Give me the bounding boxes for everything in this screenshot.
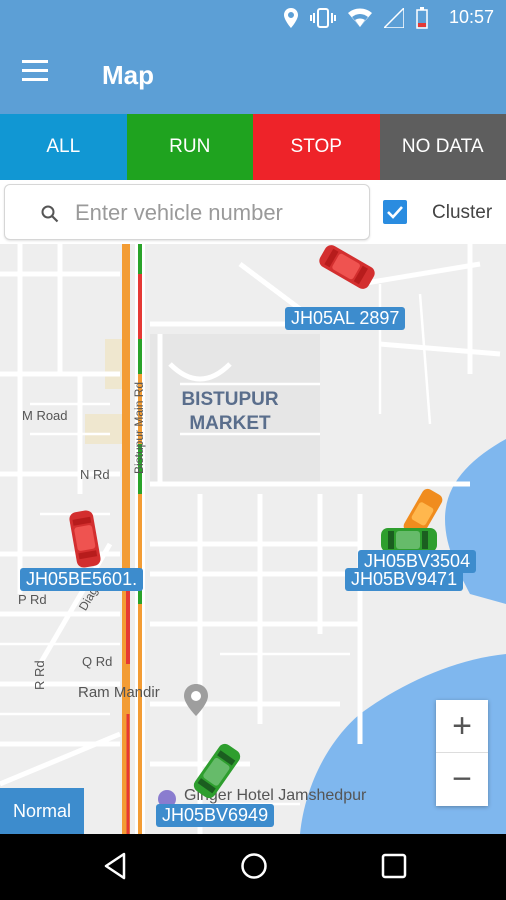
zoom-controls: + − (436, 700, 488, 806)
filter-tabs: ALL RUN STOP NO DATA (0, 114, 506, 180)
vehicle-label[interactable]: JH05AL 2897 (285, 307, 406, 330)
status-time: 10:57 (448, 7, 494, 27)
check-icon (387, 206, 403, 219)
back-icon[interactable] (102, 852, 128, 880)
zoom-in-button[interactable]: + (436, 700, 488, 753)
location-icon (284, 8, 298, 28)
vehicle-label[interactable]: JH05BE5601. (20, 568, 144, 591)
vibrate-icon (310, 8, 336, 28)
search-row (0, 180, 506, 244)
vehicle-label[interactable]: JH05BV6949 (156, 804, 275, 827)
street-p-rd: P Rd (18, 592, 47, 607)
zoom-out-button[interactable]: − (436, 753, 488, 806)
menu-icon[interactable] (22, 60, 54, 90)
wifi-icon (348, 8, 372, 27)
poi-ram-mandir: Ram Mandir (78, 684, 160, 701)
map-view[interactable]: M Road N Rd P Rd Q Rd R Rd Bistupur Main… (0, 244, 506, 834)
vehicle-label[interactable]: JH05BV9471 (345, 568, 464, 591)
cluster-checkbox[interactable] (383, 200, 407, 224)
temple-pin-icon (184, 684, 208, 716)
status-icons (284, 6, 428, 30)
app-bar: Map (0, 36, 506, 114)
street-n-rd: N Rd (80, 467, 110, 482)
street-r-rd: R Rd (32, 660, 47, 690)
street-m-road: M Road (22, 408, 68, 423)
search-icon (41, 205, 59, 223)
search-box (4, 184, 370, 240)
home-icon[interactable] (240, 852, 268, 880)
map-type-button[interactable]: Normal (0, 788, 84, 834)
cluster-label: Cluster (432, 202, 493, 223)
recents-icon[interactable] (381, 852, 407, 880)
tab-no-data[interactable]: NO DATA (379, 114, 506, 180)
battery-icon (416, 7, 428, 29)
status-bar: 10:57 (0, 0, 506, 36)
tab-run[interactable]: RUN (126, 114, 253, 180)
vehicle-search-input[interactable] (75, 195, 361, 231)
street-q-rd: Q Rd (82, 654, 113, 669)
page-title: Map (102, 60, 154, 90)
street-bistupur-main-rd: Bistupur Main Rd (132, 381, 146, 474)
tab-stop[interactable]: STOP (253, 114, 380, 180)
district-label: BISTUPUR MARKET (181, 389, 279, 434)
signal-icon (384, 8, 404, 28)
tab-all[interactable]: ALL (0, 114, 127, 180)
navigation-bar (0, 834, 506, 900)
